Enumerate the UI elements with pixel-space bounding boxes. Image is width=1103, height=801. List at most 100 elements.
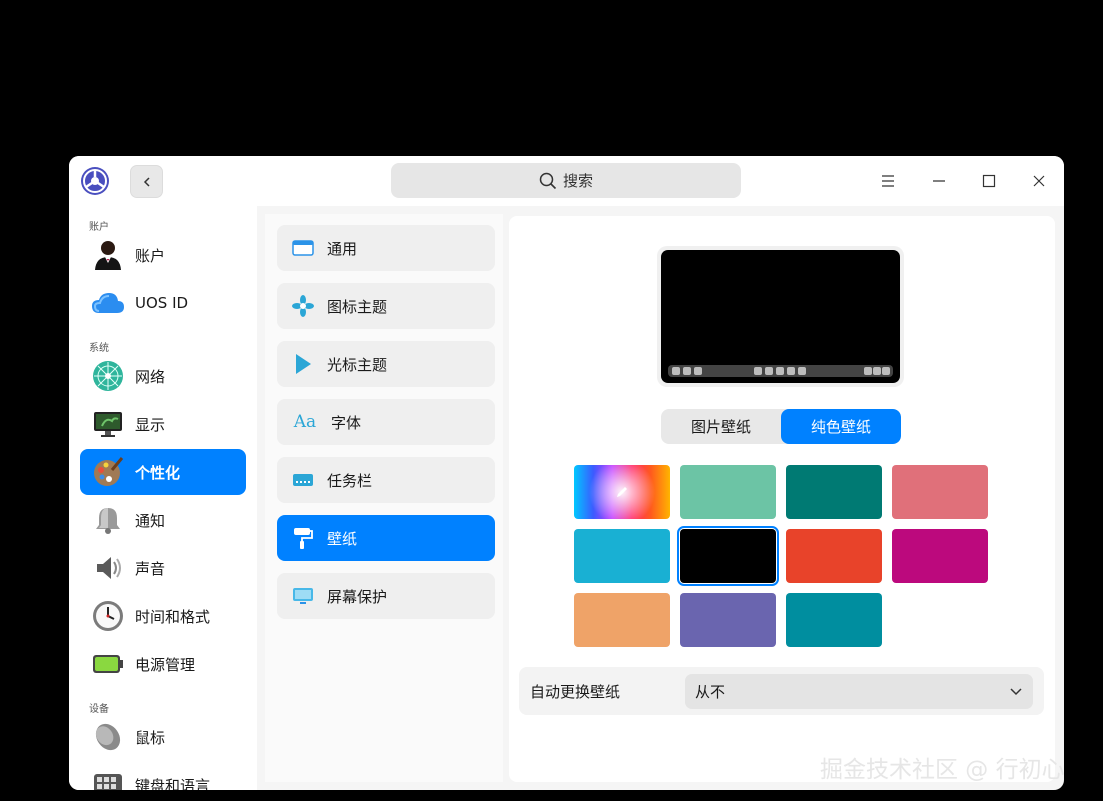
submenu-item-label: 任务栏 [327,471,373,490]
display-icon [91,407,125,441]
swatch-color-8[interactable] [892,529,988,583]
battery-icon [91,647,125,681]
sidebar-item-account[interactable]: 账户 [80,232,246,278]
titlebar: 搜索 [69,156,1064,206]
close-button[interactable] [1026,168,1052,194]
network-icon [91,359,125,393]
swatch-color-4[interactable] [892,465,988,519]
submenu-item-label: 通用 [327,239,358,258]
wallpaper-preview [657,246,904,387]
sidebar-item-personalization[interactable]: 个性化 [80,449,246,495]
cursor-icon [291,352,315,376]
speaker-icon [91,551,125,585]
swatch-color-10[interactable] [680,593,776,647]
group-label-system: 系统 [89,343,109,354]
submenu-item-general[interactable]: 通用 [277,225,495,271]
keyboard-icon [91,768,125,790]
sidebar-item-label: 通知 [135,511,166,530]
tab-solid-wallpaper[interactable]: 纯色壁纸 [781,409,901,444]
personalization-submenu: 通用 图标主题 光标主题 Aa 字体 任务栏 壁纸 屏幕保护 [265,214,503,782]
user-icon [91,238,125,272]
icon-theme-icon [291,294,315,318]
sidebar-item-sound[interactable]: 声音 [80,545,246,591]
swatch-color-2[interactable] [680,465,776,519]
sidebar-item-label: 账户 [135,246,166,265]
sidebar-item-label: 声音 [135,559,166,578]
preview-screen [661,250,900,383]
hamburger-menu-icon [882,175,894,187]
auto-change-label: 自动更换壁纸 [530,683,621,701]
group-label-device: 设备 [89,704,109,715]
submenu-item-taskbar[interactable]: 任务栏 [277,457,495,503]
sidebar: 账户 账户 UOS ID 系统 网络 显示 个性化 通知 声音 时间和格式 电源… [69,206,257,790]
sidebar-item-label: 键盘和语言 [135,776,211,791]
search-icon [539,172,557,189]
sidebar-item-uos-id[interactable]: UOS ID [80,280,246,326]
sidebar-item-display[interactable]: 显示 [80,401,246,447]
submenu-item-icon-theme[interactable]: 图标主题 [277,283,495,329]
close-icon [1033,175,1045,187]
minimize-button[interactable] [926,168,952,194]
paint-roller-icon [291,526,315,550]
bell-icon [91,503,125,537]
sidebar-item-label: 鼠标 [135,728,166,747]
maximize-icon [982,174,996,188]
screensaver-icon [291,584,315,608]
clock-icon [91,599,125,633]
auto-change-wallpaper-row: 自动更换壁纸 从不 [519,667,1044,715]
sidebar-item-label: 显示 [135,415,166,434]
swatch-custom-color[interactable] [574,465,670,519]
search-placeholder: 搜索 [562,172,593,190]
sidebar-item-power[interactable]: 电源管理 [80,641,246,687]
control-center-logo [80,166,110,196]
sidebar-item-keyboard-language[interactable]: 键盘和语言 [80,762,246,790]
submenu-item-label: 壁纸 [327,529,358,548]
sidebar-item-network[interactable]: 网络 [80,353,246,399]
mouse-icon [91,720,125,754]
preview-dock [668,365,893,377]
settings-window: 搜索 账户 账户 UOS ID 系统 网络 显示 个性化 通知 声音 时间和格式… [69,156,1064,790]
sidebar-item-label: 电源管理 [135,655,196,674]
swatch-color-11[interactable] [786,593,882,647]
menu-button[interactable] [875,168,901,194]
search-input[interactable]: 搜索 [391,163,741,198]
tab-picture-wallpaper[interactable]: 图片壁纸 [661,409,781,444]
wallpaper-panel: 图片壁纸 纯色壁纸 自动更换壁纸 从不 [509,216,1055,782]
swatch-color-7[interactable] [786,529,882,583]
back-button[interactable] [130,165,163,198]
submenu-item-font[interactable]: Aa 字体 [277,399,495,445]
sidebar-item-mouse[interactable]: 鼠标 [80,714,246,760]
group-label-account: 账户 [89,222,109,233]
auto-change-value: 从不 [695,683,726,701]
sidebar-item-time-format[interactable]: 时间和格式 [80,593,246,639]
maximize-button[interactable] [976,168,1002,194]
sidebar-item-label: 时间和格式 [135,607,211,626]
window-icon [291,236,315,260]
chevron-left-icon [143,176,150,187]
sidebar-item-label: UOS ID [135,294,189,312]
wallpaper-type-switch: 图片壁纸 纯色壁纸 [661,409,901,444]
submenu-item-label: 屏幕保护 [327,587,388,606]
swatch-color-6-selected[interactable] [677,526,779,586]
watermark: 掘金技术社区 @ 行初心 [820,757,1065,783]
personalization-icon [91,455,125,489]
swatch-color-9[interactable] [574,593,670,647]
auto-change-select[interactable]: 从不 [685,674,1033,709]
sidebar-item-label: 个性化 [135,463,181,482]
submenu-item-screensaver[interactable]: 屏幕保护 [277,573,495,619]
submenu-item-label: 字体 [331,413,362,432]
pencil-icon [617,487,627,497]
taskbar-icon [291,468,315,492]
submenu-item-cursor-theme[interactable]: 光标主题 [277,341,495,387]
cloud-icon [91,286,125,320]
submenu-item-label: 光标主题 [327,355,388,374]
chevron-down-icon [1010,688,1022,696]
sidebar-item-notification[interactable]: 通知 [80,497,246,543]
sidebar-item-label: 网络 [135,367,166,386]
swatch-color-3[interactable] [786,465,882,519]
submenu-item-wallpaper[interactable]: 壁纸 [277,515,495,561]
submenu-item-label: 图标主题 [327,297,388,316]
minimize-icon [933,180,945,182]
font-icon: Aa [293,412,317,432]
swatch-color-5[interactable] [574,529,670,583]
